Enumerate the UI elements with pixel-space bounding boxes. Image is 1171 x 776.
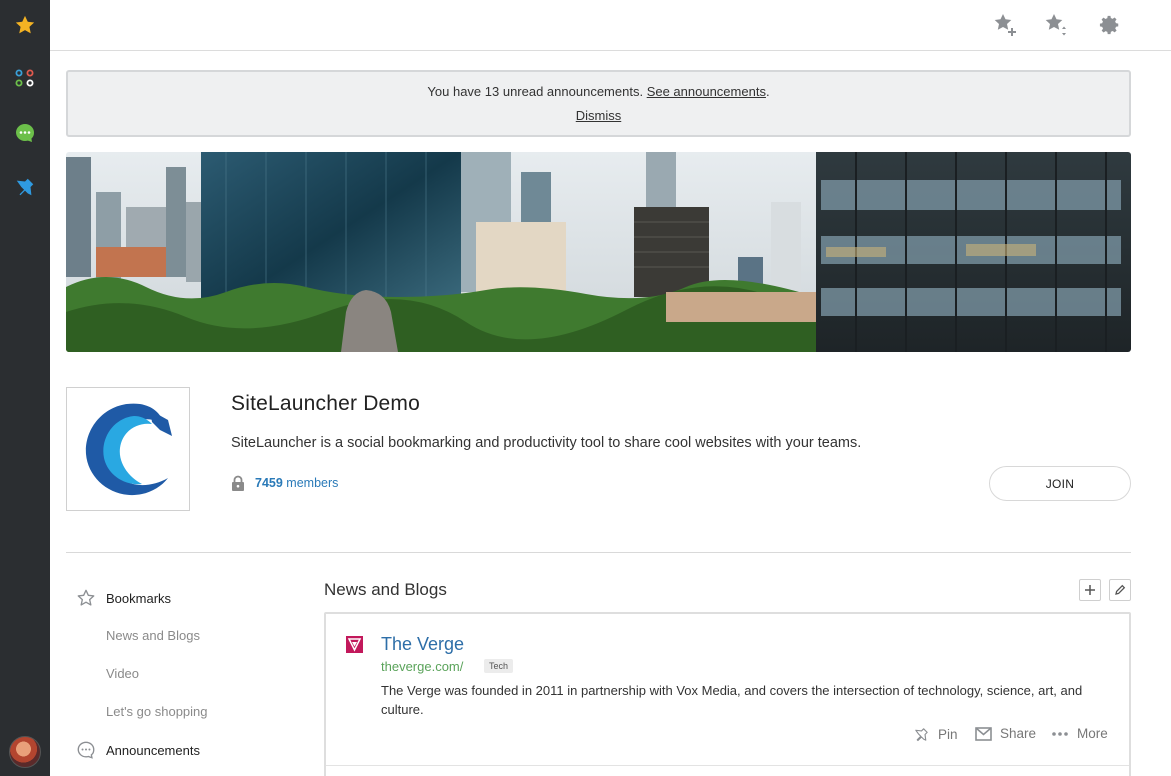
announcement-text: You have 13 unread announcements. See an… (68, 84, 1129, 99)
dismiss-link[interactable]: Dismiss (576, 108, 622, 123)
settings-button[interactable] (1097, 12, 1123, 38)
pin-outline-icon (915, 728, 928, 742)
top-bar (50, 0, 1171, 51)
gear-icon (1099, 15, 1119, 35)
group-logo (66, 387, 190, 511)
announcement-suffix: . (765, 84, 770, 99)
nav-announcements[interactable]: Announcements (76, 740, 200, 760)
star-add-icon (994, 14, 1016, 36)
pin-icon (16, 178, 34, 196)
apps-dots-icon (15, 69, 34, 87)
nav-bookmarks-label: Bookmarks (106, 590, 172, 606)
lock-icon (232, 475, 244, 491)
rail-apps-button[interactable] (0, 58, 50, 98)
star-outline-icon (77, 589, 95, 606)
plus-icon (1085, 585, 1095, 595)
sort-favorites-button[interactable] (1044, 12, 1070, 38)
nav-sub-news-and-blogs[interactable]: News and Blogs (106, 628, 200, 643)
see-announcements-link[interactable]: See announcements (647, 84, 766, 99)
mail-icon (975, 726, 992, 741)
more-button[interactable]: More (1051, 726, 1108, 741)
star-icon (15, 15, 35, 34)
share-button[interactable]: Share (975, 726, 1036, 741)
speech-bubble-icon (77, 741, 95, 759)
members-link[interactable]: 7459 members (231, 475, 338, 491)
nav-announcements-label: Announcements (106, 742, 200, 758)
add-favorite-button[interactable] (993, 12, 1019, 38)
join-button[interactable]: JOIN (989, 466, 1131, 501)
nav-bookmarks[interactable]: Bookmarks (76, 588, 171, 608)
bookmark-title-link[interactable]: The Verge (381, 634, 464, 655)
group-cover-image (66, 152, 1131, 352)
user-avatar[interactable] (9, 736, 41, 768)
bookmark-card: The Verge theverge.com/ Tech The Verge w… (324, 612, 1131, 776)
chat-bubble-icon (16, 124, 35, 142)
announcement-banner: You have 13 unread announcements. See an… (66, 70, 1131, 137)
section-title: News and Blogs (324, 580, 447, 599)
pin-label: Pin (938, 727, 958, 742)
verge-favicon-icon (346, 636, 363, 653)
nav-sub-video[interactable]: Video (106, 666, 139, 681)
app-window: You have 13 unread announcements. See an… (0, 0, 1171, 776)
nav-sub-shopping[interactable]: Let's go shopping (106, 704, 208, 719)
more-label: More (1077, 726, 1108, 741)
sitelauncher-logo (85, 403, 172, 496)
star-sort-icon (1045, 14, 1066, 36)
bookmark-tag[interactable]: Tech (484, 659, 514, 673)
pencil-icon (1115, 584, 1126, 595)
rail-chat-button[interactable] (0, 113, 50, 153)
members-label: members (286, 476, 339, 490)
section-divider (66, 552, 1131, 553)
share-label: Share (1000, 726, 1037, 741)
pin-button[interactable]: Pin (913, 726, 958, 743)
card-divider (326, 765, 1129, 766)
bookmark-url-link[interactable]: theverge.com/ (381, 659, 463, 674)
rail-favorites-button[interactable] (0, 5, 50, 45)
ellipsis-icon (1052, 731, 1068, 736)
edit-section-button[interactable] (1109, 579, 1131, 601)
bookmark-description: The Verge was founded in 2011 in partner… (381, 683, 1083, 717)
announcement-count-text: You have 13 unread announcements. (427, 84, 644, 99)
rail-pinned-button[interactable] (0, 167, 50, 207)
left-rail (0, 0, 50, 776)
group-description: SiteLauncher is a social bookmarking and… (231, 435, 862, 451)
member-count: 7459 (255, 476, 283, 490)
add-bookmark-button[interactable] (1079, 579, 1101, 601)
group-title: SiteLauncher Demo (231, 392, 421, 415)
